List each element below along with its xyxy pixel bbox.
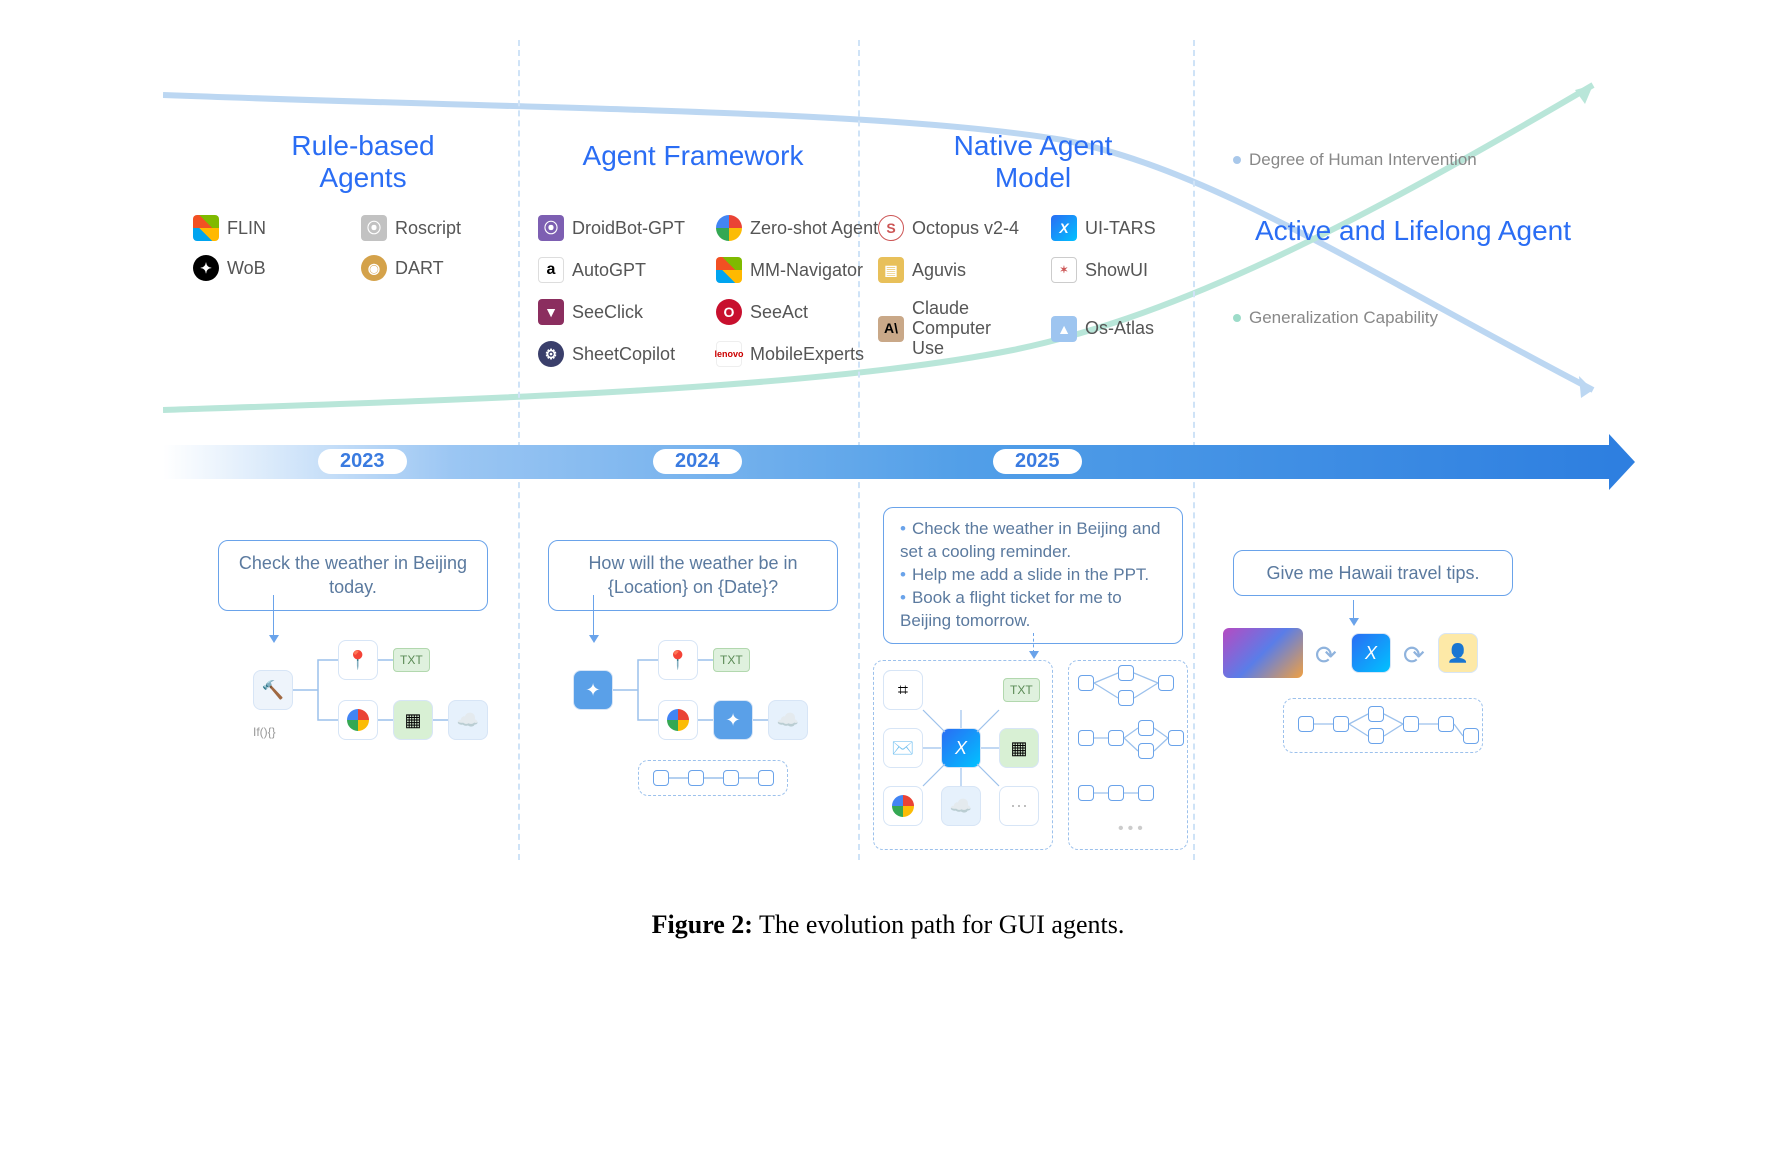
flow-lines: [218, 640, 518, 790]
agent-label: Os-Atlas: [1085, 318, 1154, 339]
agent-label: Roscript: [395, 218, 461, 239]
agent-label: DroidBot-GPT: [572, 218, 685, 239]
flow-lines: [563, 640, 863, 790]
amazon-icon: a: [538, 257, 564, 283]
mountain-icon: ▲: [1051, 316, 1077, 342]
col4-illus: ⟳ X ⟳ 👤: [1223, 628, 1533, 788]
agent-wob: ✦ WoB: [193, 255, 343, 281]
connector: [593, 595, 594, 635]
agent-dart: ◉ DART: [361, 255, 511, 281]
hku-icon: ▤: [878, 257, 904, 283]
figure-canvas: Rule-based Agents Agent Framework Native…: [163, 40, 1613, 940]
agent-flin: FLIN: [193, 215, 343, 241]
arrow-icon: [1029, 651, 1039, 659]
agent-label: Octopus v2-4: [912, 218, 1019, 239]
col3-flows: •••: [1073, 665, 1183, 845]
figure-label: Figure 2:: [652, 910, 753, 939]
agent-label: Zero-shot Agent: [750, 218, 878, 239]
flow-lines: [1223, 628, 1523, 778]
agent-label: UI-TARS: [1085, 218, 1156, 239]
agent-autogpt: a AutoGPT: [538, 257, 698, 283]
legend-intervention: Degree of Human Intervention: [1233, 150, 1477, 170]
legend-generalization: Generalization Capability: [1233, 308, 1438, 328]
agent-label: ShowUI: [1085, 260, 1148, 281]
col4-title: Active and Lifelong Agent: [1253, 215, 1573, 247]
figure-caption: Figure 2: The evolution path for GUI age…: [0, 910, 1776, 940]
agent-aguvis: ▤ Aguvis: [878, 257, 1033, 283]
agent-mobileexperts: lenovo MobileExperts: [716, 341, 876, 367]
agent-label: SeeClick: [572, 302, 643, 323]
agent-label: MobileExperts: [750, 344, 864, 365]
microsoft-icon: [193, 215, 219, 241]
seal-icon: ⦿: [538, 215, 564, 241]
agent-label: MM-Navigator: [750, 260, 863, 281]
nus-icon: ✶: [1051, 257, 1077, 283]
seal-icon: ⦿: [361, 215, 387, 241]
year-2025: 2025: [993, 449, 1082, 474]
year-2023: 2023: [318, 449, 407, 474]
arrow-icon: [1349, 618, 1359, 626]
year-2024: 2024: [653, 449, 742, 474]
prompt-line: Check the weather in Beijing and set a c…: [900, 519, 1161, 561]
agent-label: Aguvis: [912, 260, 966, 281]
agent-sheetcopilot: ⚙ SheetCopilot: [538, 341, 698, 367]
agent-uitars: X UI-TARS: [1051, 215, 1206, 241]
agent-label: FLIN: [227, 218, 266, 239]
agent-label: Claude Computer Use: [912, 299, 1022, 358]
agent-octopus: S Octopus v2-4: [878, 215, 1033, 241]
agent-label: DART: [395, 258, 444, 279]
openai-icon: ✦: [193, 255, 219, 281]
connector: [273, 595, 274, 635]
col2-illus: ✦ 📍 TXT ✦ ☁️: [563, 640, 853, 820]
prompt-line: Help me add a slide in the PPT.: [912, 565, 1149, 584]
agent-label: SheetCopilot: [572, 344, 675, 365]
connector: [1033, 633, 1034, 653]
ohio-icon: O: [716, 299, 742, 325]
col4-prompt: Give me Hawaii travel tips.: [1233, 550, 1513, 596]
lenovo-icon: lenovo: [716, 341, 742, 367]
col3-agents: S Octopus v2-4 X UI-TARS ▤ Aguvis ✶ ShowUI A…: [878, 215, 1206, 358]
agent-label: SeeAct: [750, 302, 808, 323]
more-icon: •••: [1118, 820, 1147, 838]
chrome-icon: [716, 215, 742, 241]
microsoft-icon: [716, 257, 742, 283]
prompt-line: Book a flight ticket for me to Beijing t…: [900, 588, 1122, 630]
agent-claude: A\ Claude Computer Use: [878, 299, 1033, 358]
col2-agents: ⦿ DroidBot-GPT Zero-shot Agent a AutoGPT M…: [538, 215, 876, 367]
connector: [1353, 600, 1354, 620]
col2-title: Agent Framework: [563, 140, 823, 172]
col1-title: Rule-based Agents: [233, 130, 493, 194]
agent-seeclick: ▼ SeeClick: [538, 299, 698, 325]
agent-label: AutoGPT: [572, 260, 646, 281]
gear-icon: ⚙: [538, 341, 564, 367]
univ-icon: ◉: [361, 255, 387, 281]
agent-osatlas: ▲ Os-Atlas: [1051, 299, 1206, 358]
col3-title: Native Agent Model: [903, 130, 1163, 194]
agent-roscript: ⦿ Roscript: [361, 215, 511, 241]
legend-generalization-label: Generalization Capability: [1249, 308, 1438, 328]
shield-icon: ▼: [538, 299, 564, 325]
agent-seeact: O SeeAct: [716, 299, 876, 325]
col3-apps: 📍 ⌗ TXT ✉️ X ▦ ☁️ ⋯: [883, 670, 1043, 840]
x-icon: X: [1051, 215, 1077, 241]
stanford-icon: S: [878, 215, 904, 241]
figure-caption-text: The evolution path for GUI agents.: [759, 910, 1124, 939]
agent-droidbot: ⦿ DroidBot-GPT: [538, 215, 698, 241]
col2-prompt: How will the weather be in {Location} on…: [548, 540, 838, 611]
agent-label: WoB: [227, 258, 266, 279]
col1-prompt: Check the weather in Beijing today.: [218, 540, 488, 611]
legend-intervention-label: Degree of Human Intervention: [1249, 150, 1477, 170]
anthropic-icon: A\: [878, 316, 904, 342]
agent-zeroshot: Zero-shot Agent: [716, 215, 876, 241]
agent-showui: ✶ ShowUI: [1051, 257, 1206, 283]
col3-prompt: •Check the weather in Beijing and set a …: [883, 507, 1183, 644]
col1-illus: 🔨 If(){} 📍 TXT ▦ ☁️: [218, 640, 498, 780]
col1-agents: FLIN ⦿ Roscript ✦ WoB ◉ DART: [193, 215, 511, 281]
agent-mmnav: MM-Navigator: [716, 257, 876, 283]
